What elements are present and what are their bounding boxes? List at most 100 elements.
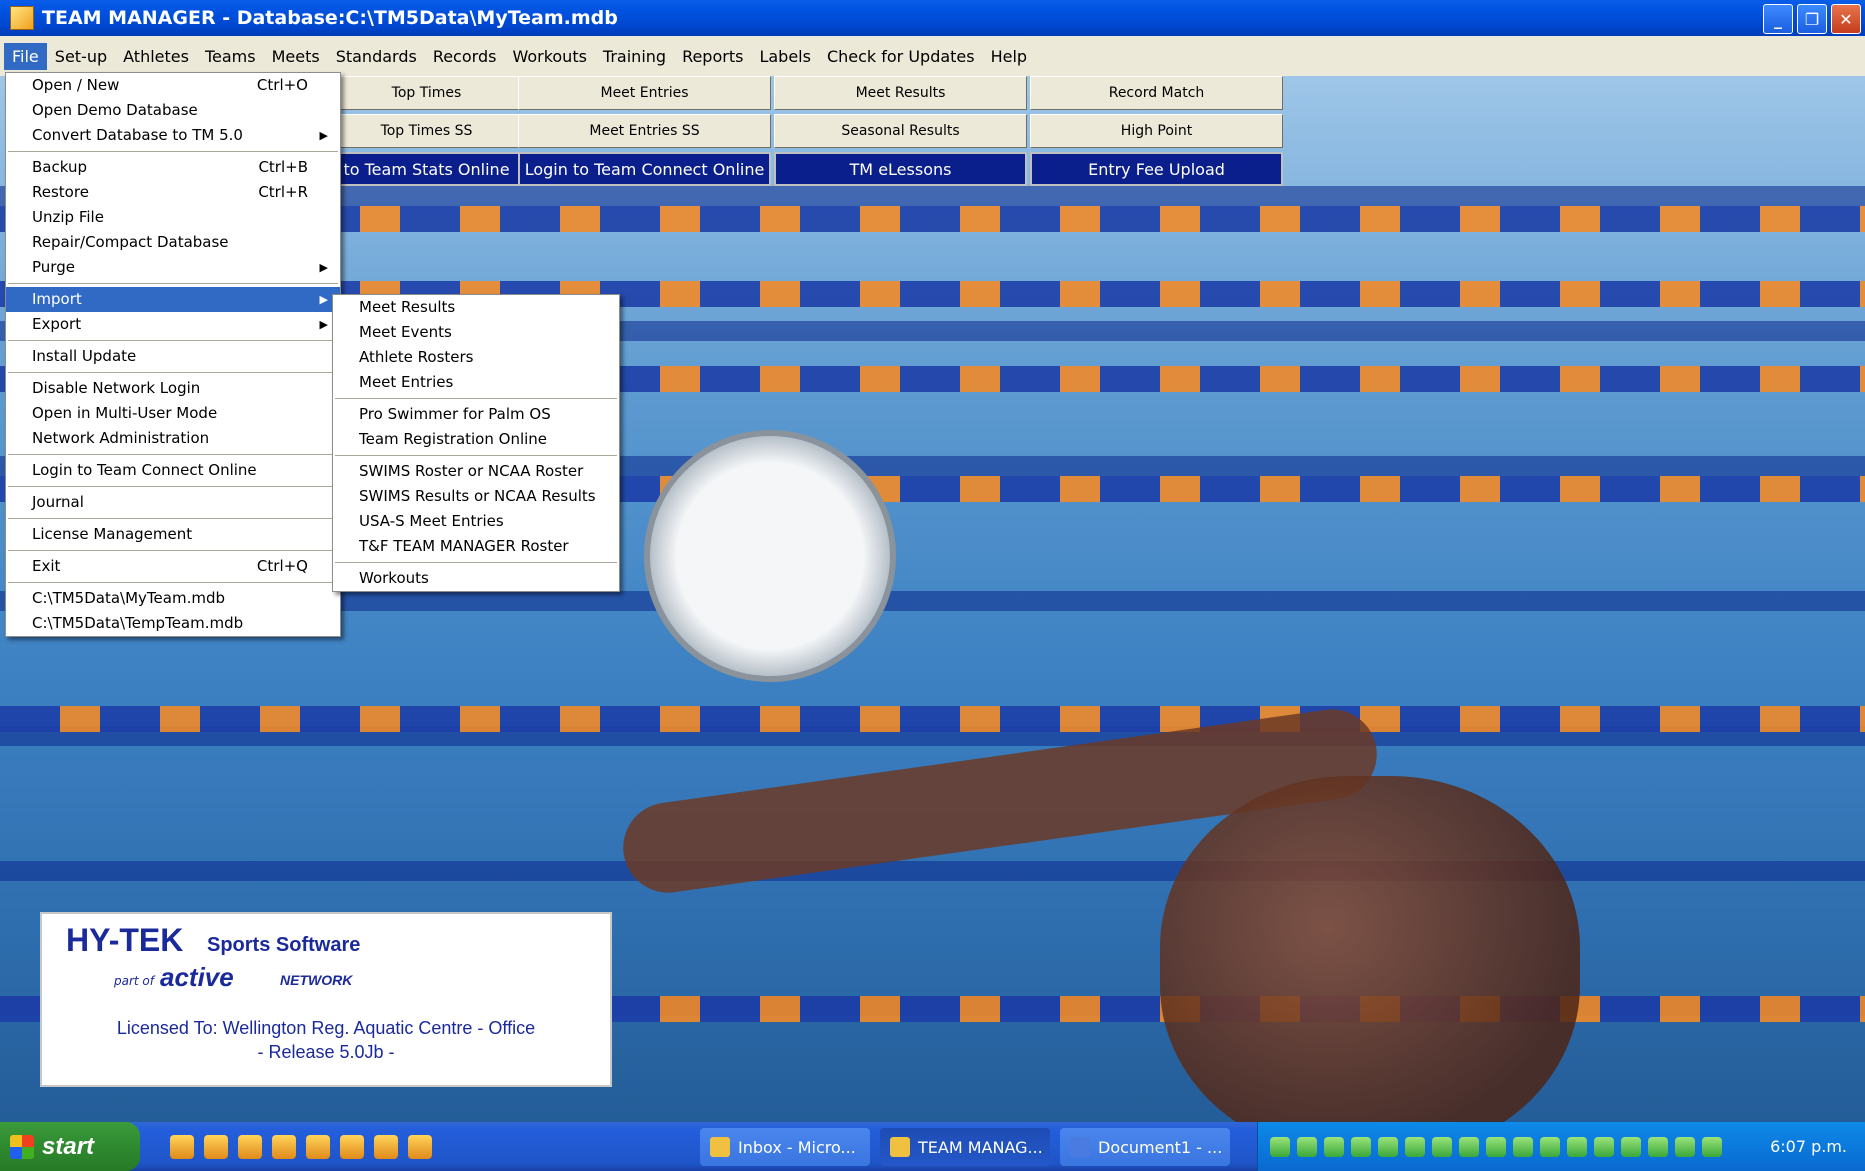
quick-launch-icon[interactable] xyxy=(272,1134,296,1159)
bluetooth-icon[interactable] xyxy=(1378,1136,1398,1157)
import-athlete-rosters[interactable]: Athlete Rosters xyxy=(333,345,619,370)
menu-item-export[interactable]: Export ▶ xyxy=(6,312,340,337)
menu-item-backup[interactable]: Backup Ctrl+B xyxy=(6,155,340,180)
tm-elessons-button[interactable]: TM eLessons xyxy=(774,152,1027,186)
menu-item-restore[interactable]: Restore Ctrl+R xyxy=(6,180,340,205)
meet-entries-ss-button[interactable]: Meet Entries SS xyxy=(518,114,771,148)
menu-item-recent-file[interactable]: C:\TM5Data\MyTeam.mdb xyxy=(6,586,340,611)
menu-item-multi-user[interactable]: Open in Multi-User Mode xyxy=(6,401,340,426)
tray-icon[interactable] xyxy=(1621,1136,1641,1157)
tray-icon[interactable] xyxy=(1675,1136,1695,1157)
quick-launch-icon[interactable] xyxy=(340,1134,364,1159)
menu-item-open-new[interactable]: Open / New Ctrl+O xyxy=(6,73,340,98)
record-match-button[interactable]: Record Match xyxy=(1030,76,1283,110)
menu-help[interactable]: Help xyxy=(983,43,1035,70)
menu-standards[interactable]: Standards xyxy=(328,43,425,70)
import-meet-events[interactable]: Meet Events xyxy=(333,320,619,345)
tray-icon[interactable] xyxy=(1648,1136,1668,1157)
menu-item-journal[interactable]: Journal xyxy=(6,490,340,515)
import-tf-roster[interactable]: T&F TEAM MANAGER Roster xyxy=(333,534,619,559)
close-button[interactable]: ✕ xyxy=(1831,4,1861,34)
submenu-arrow-icon: ▶ xyxy=(319,293,328,306)
menu-separator xyxy=(8,518,338,519)
menu-separator xyxy=(8,372,338,373)
license-panel: HY-TEK Sports Software part of active NE… xyxy=(40,912,612,1087)
quick-launch-icon[interactable] xyxy=(204,1134,228,1159)
menu-item-convert-database[interactable]: Convert Database to TM 5.0 ▶ xyxy=(6,123,340,148)
menu-item-recent-file[interactable]: C:\TM5Data\TempTeam.mdb xyxy=(6,611,340,636)
menu-separator xyxy=(8,486,338,487)
window-controls: _ ❐ ✕ xyxy=(1763,4,1861,34)
menu-separator xyxy=(335,398,617,399)
menu-item-license[interactable]: License Management xyxy=(6,522,340,547)
menu-separator xyxy=(8,340,338,341)
menu-reports[interactable]: Reports xyxy=(674,43,751,70)
tray-icon[interactable] xyxy=(1594,1136,1614,1157)
import-meet-entries[interactable]: Meet Entries xyxy=(333,370,619,395)
menu-item-purge[interactable]: Purge ▶ xyxy=(6,255,340,280)
tray-icon[interactable] xyxy=(1405,1136,1425,1157)
logo-tagline: Sports Software xyxy=(207,934,361,956)
network-icon[interactable] xyxy=(1513,1136,1533,1157)
menu-item-unzip[interactable]: Unzip File xyxy=(6,205,340,230)
import-swims-results[interactable]: SWIMS Results or NCAA Results xyxy=(333,484,619,509)
quick-launch xyxy=(170,1134,432,1159)
import-meet-results[interactable]: Meet Results xyxy=(333,295,619,320)
high-point-button[interactable]: High Point xyxy=(1030,114,1283,148)
team-manager-icon xyxy=(890,1137,910,1157)
ie-icon[interactable] xyxy=(170,1134,194,1159)
tray-icon[interactable] xyxy=(1270,1136,1290,1157)
seasonal-results-button[interactable]: Seasonal Results xyxy=(774,114,1027,148)
menu-item-install-update[interactable]: Install Update xyxy=(6,344,340,369)
menu-workouts[interactable]: Workouts xyxy=(504,43,594,70)
meet-entries-button[interactable]: Meet Entries xyxy=(518,76,771,110)
menu-item-disable-network-login[interactable]: Disable Network Login xyxy=(6,376,340,401)
menu-meets[interactable]: Meets xyxy=(264,43,328,70)
meet-results-button[interactable]: Meet Results xyxy=(774,76,1027,110)
task-team-manager[interactable]: TEAM MANAG... xyxy=(880,1128,1050,1166)
start-button[interactable]: start xyxy=(0,1122,140,1171)
maximize-button[interactable]: ❐ xyxy=(1797,4,1827,34)
quick-launch-icon[interactable] xyxy=(374,1134,398,1159)
menu-labels[interactable]: Labels xyxy=(751,43,819,70)
file-menu: Open / New Ctrl+O Open Demo Database Conv… xyxy=(5,72,341,637)
import-swims-roster[interactable]: SWIMS Roster or NCAA Roster xyxy=(333,459,619,484)
menu-item-exit[interactable]: Exit Ctrl+Q xyxy=(6,554,340,579)
import-usa-s-entries[interactable]: USA-S Meet Entries xyxy=(333,509,619,534)
quick-launch-icon[interactable] xyxy=(306,1134,330,1159)
menu-item-open-demo[interactable]: Open Demo Database xyxy=(6,98,340,123)
quick-launch-icon[interactable] xyxy=(238,1134,262,1159)
tray-icon[interactable] xyxy=(1540,1136,1560,1157)
menu-training[interactable]: Training xyxy=(595,43,674,70)
tray-icon[interactable] xyxy=(1702,1136,1722,1157)
entry-fee-upload-button[interactable]: Entry Fee Upload xyxy=(1030,152,1283,186)
windows-logo-icon xyxy=(10,1134,34,1159)
menu-item-import[interactable]: Import ▶ xyxy=(6,287,340,312)
team-connect-online-button[interactable]: Login to Team Connect Online xyxy=(518,152,771,186)
tray-icon[interactable] xyxy=(1297,1136,1317,1157)
volume-icon[interactable] xyxy=(1459,1136,1479,1157)
menu-check-updates[interactable]: Check for Updates xyxy=(819,43,983,70)
quick-launch-icon[interactable] xyxy=(408,1134,432,1159)
menu-file[interactable]: File xyxy=(4,42,47,70)
tray-icon[interactable] xyxy=(1351,1136,1371,1157)
menu-item-repair[interactable]: Repair/Compact Database xyxy=(6,230,340,255)
tray-icon[interactable] xyxy=(1432,1136,1452,1157)
menu-item-team-connect[interactable]: Login to Team Connect Online xyxy=(6,458,340,483)
task-document1[interactable]: Document1 - ... xyxy=(1060,1128,1230,1166)
menu-teams[interactable]: Teams xyxy=(197,43,264,70)
tray-icon[interactable] xyxy=(1567,1136,1587,1157)
menu-setup[interactable]: Set-up xyxy=(47,43,115,70)
minimize-button[interactable]: _ xyxy=(1763,4,1793,34)
menu-separator xyxy=(8,151,338,152)
task-inbox[interactable]: Inbox - Micro... xyxy=(700,1128,870,1166)
tray-icon[interactable] xyxy=(1486,1136,1506,1157)
menu-records[interactable]: Records xyxy=(425,43,505,70)
import-team-registration[interactable]: Team Registration Online xyxy=(333,427,619,452)
import-workouts[interactable]: Workouts xyxy=(333,566,619,591)
menu-item-network-admin[interactable]: Network Administration xyxy=(6,426,340,451)
import-pro-swimmer[interactable]: Pro Swimmer for Palm OS xyxy=(333,402,619,427)
menu-athletes[interactable]: Athletes xyxy=(115,43,197,70)
app-icon xyxy=(10,6,34,30)
tray-icon[interactable] xyxy=(1324,1136,1344,1157)
